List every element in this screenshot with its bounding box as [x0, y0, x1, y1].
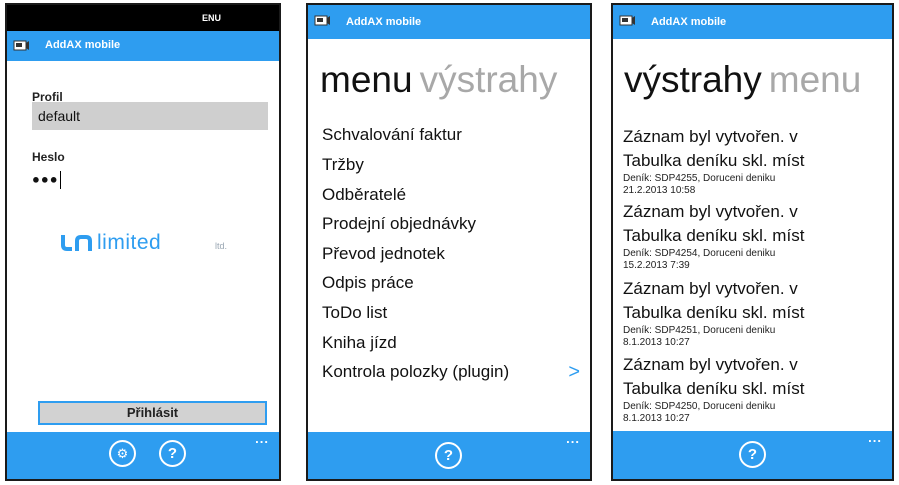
menu-item[interactable]: Prodejní objednávky	[322, 214, 476, 234]
app-title-bar: AddAX mobile	[613, 5, 892, 39]
alert-date: 8.1.2013 10:27	[623, 413, 690, 424]
help-icon[interactable]: ?	[739, 441, 766, 468]
alert-item[interactable]: Záznam byl vytvořen. v Tabulka deníku sk…	[623, 353, 804, 425]
menu-item[interactable]: Odpis práce	[322, 273, 414, 293]
app-logo-icon	[619, 15, 635, 26]
menu-item[interactable]: Schvalování faktur	[322, 125, 462, 145]
language-indicator: ENU	[201, 13, 221, 23]
app-title-bar: AddAX mobile	[308, 5, 590, 39]
password-field[interactable]: ●●●	[32, 171, 61, 191]
pivot-tab-alerts[interactable]: výstrahy	[420, 59, 558, 100]
password-masked-value: ●●●	[32, 171, 59, 187]
app-logo-icon	[13, 40, 29, 51]
pivot-header: menu výstrahy	[320, 59, 557, 101]
alert-title-line2: Tabulka deníku skl. míst	[623, 151, 805, 170]
alert-title-line1: Záznam byl vytvořen. v	[623, 279, 798, 298]
alert-detail: Deník: SDP4254, Doruceni deniku	[623, 248, 776, 259]
more-options-button[interactable]: ...	[868, 430, 882, 445]
alert-title-line1: Záznam byl vytvořen. v	[623, 127, 798, 146]
alert-detail: Deník: SDP4250, Doruceni deniku	[623, 401, 776, 412]
more-options-button[interactable]: ...	[566, 431, 580, 446]
help-icon[interactable]: ?	[159, 440, 186, 467]
alert-title-line2: Tabulka deníku skl. míst	[623, 379, 805, 398]
help-icon[interactable]: ?	[435, 442, 462, 469]
password-label: Heslo	[32, 150, 65, 164]
profile-value: default	[38, 108, 81, 124]
logo-mark-icon	[61, 235, 92, 251]
menu-screen: AddAX mobile menu výstrahy Schvalování fa…	[306, 3, 592, 481]
pivot-tab-menu[interactable]: menu	[769, 59, 862, 100]
pivot-tab-menu[interactable]: menu	[320, 59, 413, 100]
app-bar: ... ?	[613, 430, 892, 479]
pivot-header: výstrahy menu	[624, 59, 861, 101]
app-title: AddAX mobile	[346, 16, 422, 28]
alert-item[interactable]: Záznam byl vytvořen. v Tabulka deníku sk…	[623, 125, 804, 197]
alert-date: 21.2.2013 10:58	[623, 185, 696, 196]
app-title-bar: AddAX mobile	[7, 31, 279, 61]
menu-item[interactable]: Odběratelé	[322, 185, 406, 205]
alert-detail: Deník: SDP4251, Doruceni deniku	[623, 325, 776, 336]
alert-item[interactable]: Záznam byl vytvořen. v Tabulka deníku sk…	[623, 200, 804, 272]
alert-date: 8.1.2013 10:27	[623, 337, 690, 348]
more-options-button[interactable]: ...	[255, 431, 269, 446]
pivot-tab-alerts[interactable]: výstrahy	[624, 59, 762, 100]
status-bar: ENU	[7, 5, 279, 31]
app-bar: ... ⚙ ?	[7, 431, 279, 479]
alert-title-line2: Tabulka deníku skl. míst	[623, 303, 805, 322]
alert-title-line2: Tabulka deníku skl. míst	[623, 226, 805, 245]
logo-suffix: ltd.	[215, 241, 228, 251]
profile-field[interactable]: default	[32, 102, 268, 130]
alerts-screen: AddAX mobile výstrahy menu Záznam byl vyt…	[611, 3, 894, 481]
menu-item[interactable]: Kontrola polozky (plugin)	[322, 362, 509, 382]
alert-title-line1: Záznam byl vytvořen. v	[623, 202, 798, 221]
alert-date: 15.2.2013 7:39	[623, 260, 690, 271]
logo-wordmark: limited	[97, 231, 162, 254]
text-caret	[59, 171, 61, 189]
menu-item[interactable]: Převod jednotek	[322, 244, 445, 264]
alert-detail: Deník: SDP4255, Doruceni deniku	[623, 173, 776, 184]
gear-icon[interactable]: ⚙	[109, 440, 136, 467]
app-title: AddAX mobile	[45, 39, 121, 51]
login-button[interactable]: Přihlásit	[38, 401, 267, 425]
login-screen: ENU AddAX mobile Profil default Heslo ●●…	[5, 3, 281, 481]
chevron-right-icon[interactable]: >	[568, 361, 580, 384]
menu-item[interactable]: Tržby	[322, 155, 364, 175]
menu-item[interactable]: Kniha jízd	[322, 333, 397, 353]
menu-item[interactable]: ToDo list	[322, 303, 387, 323]
app-logo-icon	[314, 15, 330, 26]
app-bar: ... ?	[308, 431, 590, 479]
alert-title-line1: Záznam byl vytvořen. v	[623, 355, 798, 374]
app-title: AddAX mobile	[651, 16, 727, 28]
alert-item[interactable]: Záznam byl vytvořen. v Tabulka deníku sk…	[623, 277, 804, 349]
